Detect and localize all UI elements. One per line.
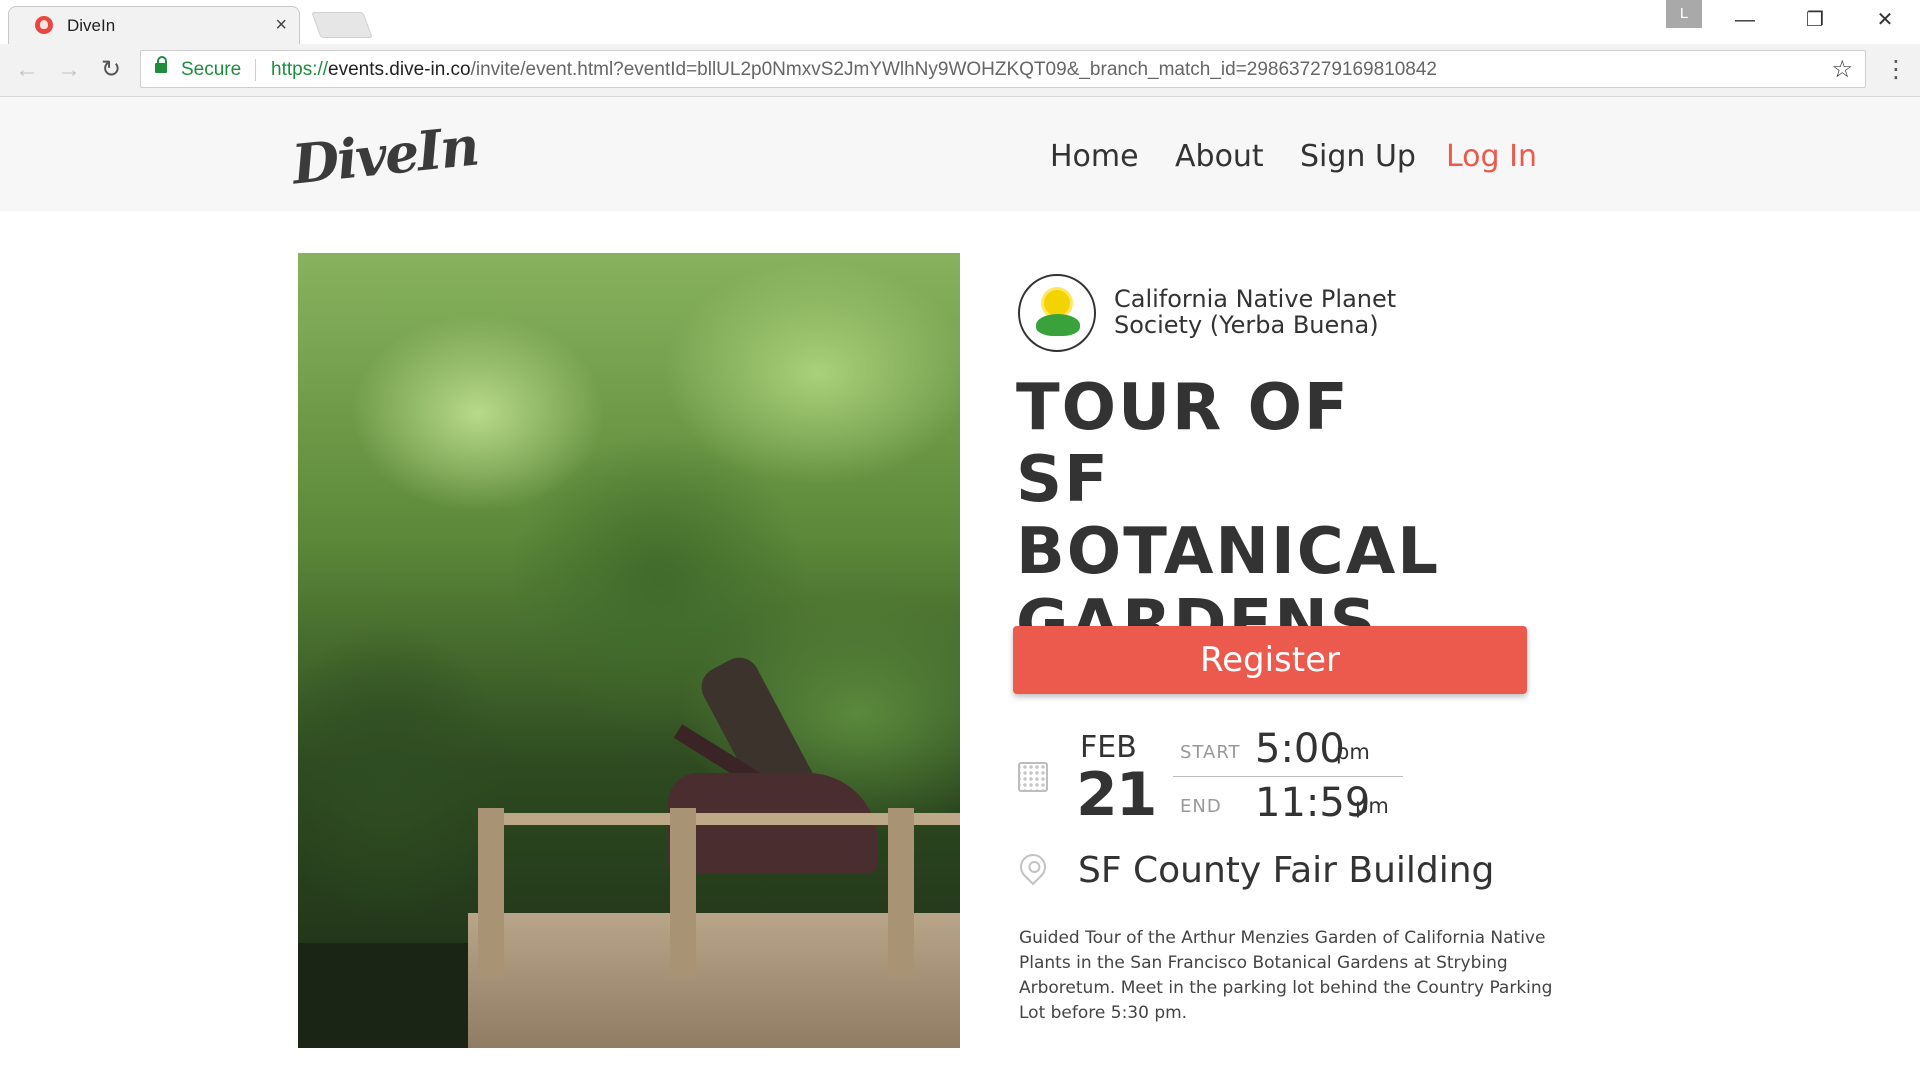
secure-label[interactable]: Secure bbox=[181, 59, 241, 81]
url-text[interactable]: https://events.dive-in.co/invite/event.h… bbox=[271, 59, 1437, 81]
url-path: /invite/event.html?eventId=bllUL2p0NmxvS… bbox=[470, 59, 1437, 80]
event-day: 21 bbox=[1076, 760, 1157, 830]
url-scheme: https:// bbox=[271, 59, 329, 80]
poppy-flower-icon bbox=[1044, 290, 1070, 316]
end-time: 11:59 bbox=[1255, 780, 1371, 826]
calendar-icon bbox=[1018, 762, 1048, 792]
photo-deck bbox=[468, 913, 960, 1048]
event-title: TOUR OF SF BOTANICAL GARDENS bbox=[1016, 372, 1536, 660]
lock-icon[interactable] bbox=[155, 56, 167, 73]
profile-button[interactable]: L bbox=[1666, 0, 1702, 28]
photo-post bbox=[888, 808, 914, 978]
divein-favicon-icon bbox=[35, 16, 53, 34]
bookmark-star-icon[interactable]: ☆ bbox=[1831, 55, 1853, 84]
photo-post bbox=[670, 808, 696, 978]
leaves-icon bbox=[1036, 314, 1080, 336]
reload-icon[interactable]: ↻ bbox=[96, 56, 126, 84]
nav-home-link[interactable]: Home bbox=[1050, 139, 1139, 174]
start-label: START bbox=[1180, 742, 1241, 763]
nav-login-link[interactable]: Log In bbox=[1446, 139, 1537, 174]
forward-arrow-icon[interactable]: → bbox=[54, 56, 84, 84]
event-title-line: SF BOTANICAL bbox=[1016, 443, 1441, 589]
restore-icon[interactable]: ❐ bbox=[1780, 0, 1850, 40]
tab-title: DiveIn bbox=[67, 16, 116, 35]
browser-tab[interactable]: DiveIn × bbox=[8, 6, 300, 44]
divein-logo[interactable]: DiveIn bbox=[289, 113, 480, 196]
photo-water bbox=[298, 943, 478, 1048]
organizer-logo[interactable] bbox=[1018, 274, 1096, 352]
end-label: END bbox=[1180, 796, 1222, 817]
event-location[interactable]: SF County Fair Building bbox=[1078, 850, 1494, 891]
nav-about-link[interactable]: About bbox=[1175, 139, 1264, 174]
browser-toolbar: ← → ↻ Secure https://events.dive-in.co/i… bbox=[0, 44, 1920, 97]
nav-signup-link[interactable]: Sign Up bbox=[1300, 139, 1416, 174]
organizer-name[interactable]: California Native Planet Society (Yerba … bbox=[1114, 286, 1434, 338]
event-photo bbox=[298, 253, 960, 1048]
end-ampm: pm bbox=[1355, 794, 1389, 818]
time-divider bbox=[1173, 776, 1403, 777]
tab-close-icon[interactable]: × bbox=[275, 13, 287, 37]
site-header: DiveIn Home About Sign Up Log In bbox=[0, 97, 1920, 211]
browser-tab-bar: DiveIn × L — ❐ ✕ bbox=[0, 0, 1920, 44]
address-bar[interactable]: Secure https://events.dive-in.co/invite/… bbox=[140, 50, 1866, 88]
back-arrow-icon[interactable]: ← bbox=[12, 56, 42, 84]
map-pin-icon bbox=[1014, 848, 1052, 886]
event-title-line: TOUR OF bbox=[1016, 371, 1350, 445]
close-window-icon[interactable]: ✕ bbox=[1850, 0, 1920, 40]
event-description: Guided Tour of the Arthur Menzies Garden… bbox=[1019, 928, 1553, 1023]
photo-post bbox=[478, 808, 504, 978]
omnibox-divider bbox=[255, 59, 256, 81]
url-host: events.dive-in.co bbox=[328, 59, 471, 80]
browser-menu-icon[interactable]: ⋮ bbox=[1884, 56, 1908, 84]
minimize-icon[interactable]: — bbox=[1710, 0, 1780, 40]
new-tab-button[interactable] bbox=[311, 12, 373, 38]
start-ampm: pm bbox=[1336, 740, 1370, 764]
register-button[interactable]: Register bbox=[1013, 626, 1527, 694]
start-time: 5:00 bbox=[1255, 726, 1345, 772]
